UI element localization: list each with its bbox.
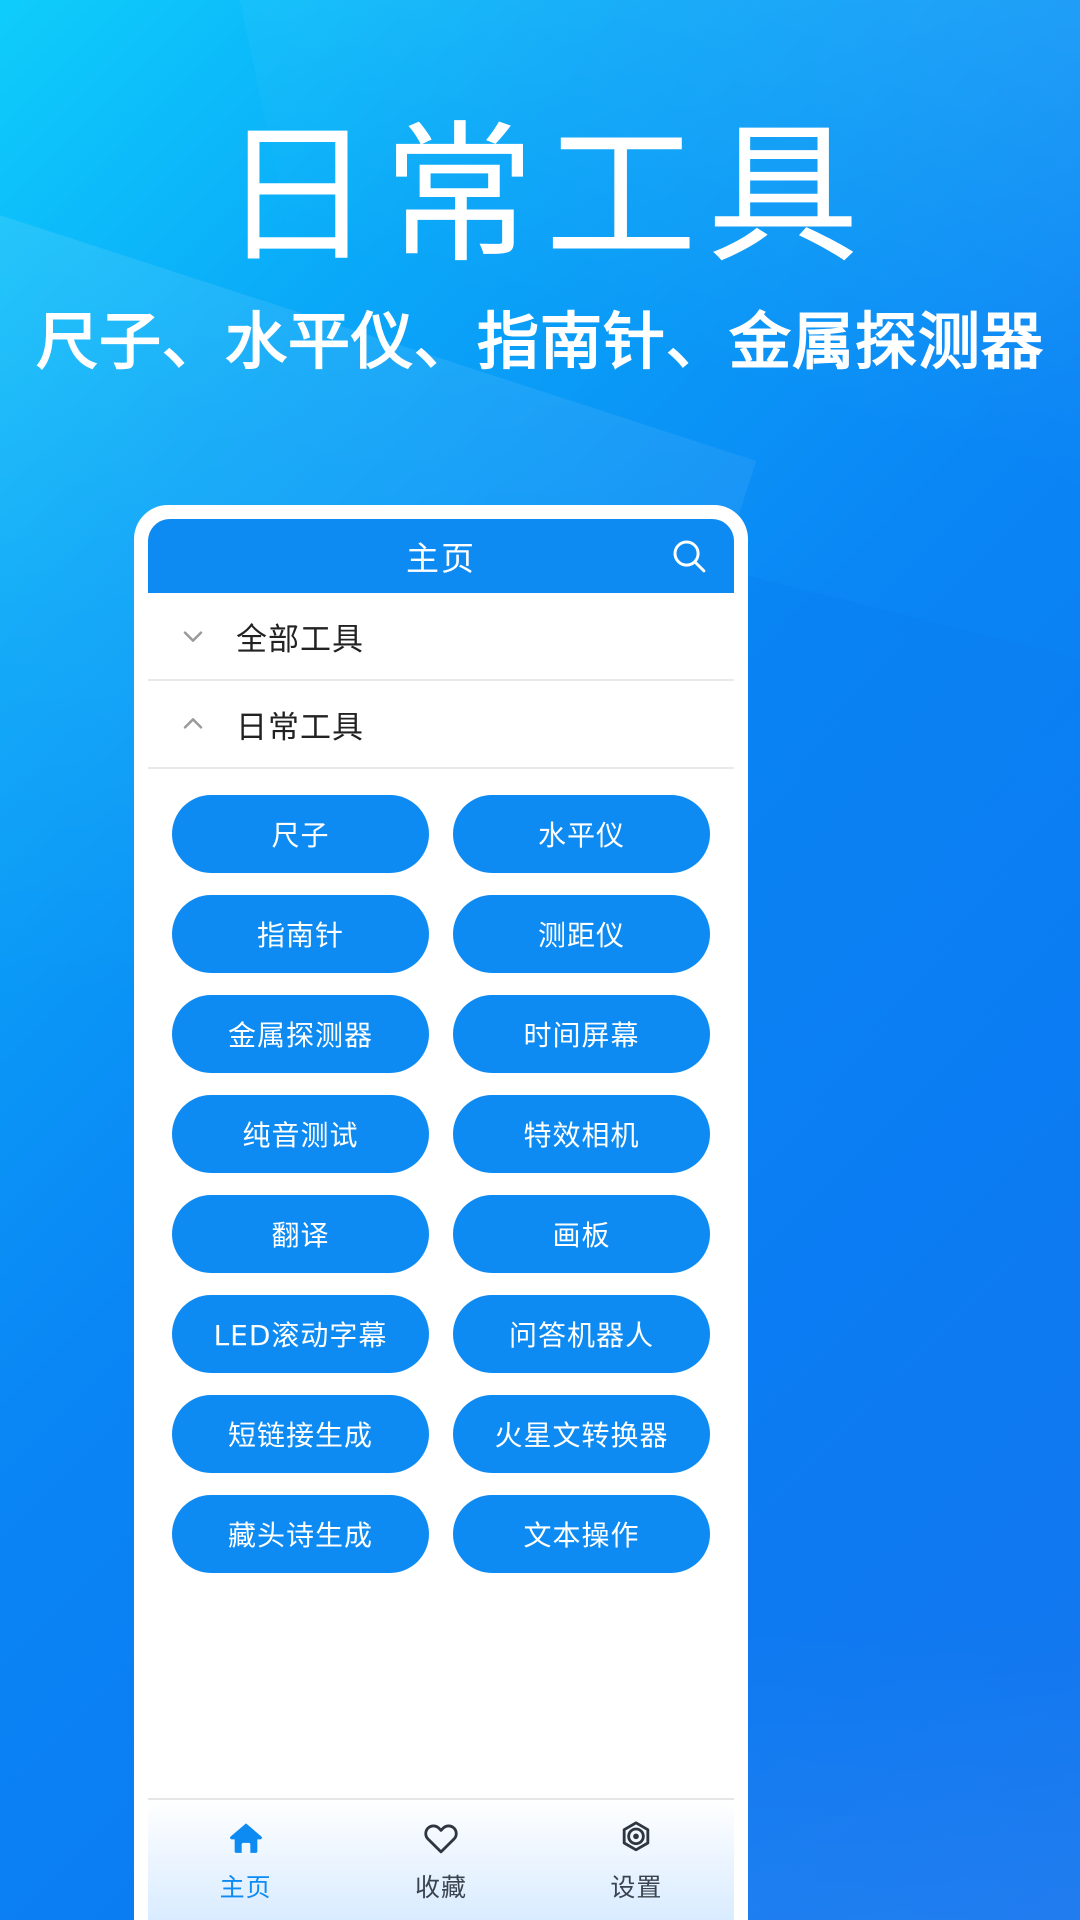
home-icon	[226, 1816, 266, 1860]
tab-home[interactable]: 主页	[148, 1800, 343, 1920]
sidebar-item-all-tools[interactable]: 全部工具	[148, 593, 734, 681]
promo-screenshot: 日常工具 尺子、水平仪、指南针、金属探测器 主页 全部工具 日常工具 尺子 水平…	[0, 0, 1080, 1920]
search-icon[interactable]	[666, 533, 712, 579]
section-label: 日常工具	[236, 709, 364, 746]
tab-label: 收藏	[414, 1873, 467, 1902]
hero-banner: 日常工具 尺子、水平仪、指南针、金属探测器	[0, 120, 1080, 376]
tool-button[interactable]: 文本操作	[453, 1495, 710, 1573]
tool-button[interactable]: LED滚动字幕	[172, 1295, 429, 1373]
app-header: 主页	[148, 519, 734, 593]
phone-screen: 主页 全部工具 日常工具 尺子 水平仪 指南针 测距仪 金属探测器 时间屏幕 纯…	[148, 519, 734, 1920]
tab-label: 设置	[610, 1873, 663, 1902]
tool-button[interactable]: 水平仪	[453, 795, 710, 873]
app-header-title: 主页	[406, 539, 476, 578]
hero-subtitle: 尺子、水平仪、指南针、金属探测器	[35, 305, 1044, 378]
tab-settings[interactable]: 设置	[539, 1800, 734, 1920]
tool-list: 全部工具 日常工具 尺子 水平仪 指南针 测距仪 金属探测器 时间屏幕 纯音测试…	[148, 593, 734, 1798]
chevron-up-icon	[176, 707, 210, 741]
tool-button[interactable]: 藏头诗生成	[172, 1495, 429, 1573]
tool-button[interactable]: 金属探测器	[172, 995, 429, 1073]
tool-button[interactable]: 纯音测试	[172, 1095, 429, 1173]
section-label: 全部工具	[236, 621, 364, 658]
phone-mockup: 主页 全部工具 日常工具 尺子 水平仪 指南针 测距仪 金属探测器 时间屏幕 纯…	[134, 505, 748, 1920]
tool-button[interactable]: 画板	[453, 1195, 710, 1273]
tool-button[interactable]: 特效相机	[453, 1095, 710, 1173]
sidebar-item-daily-tools[interactable]: 日常工具	[148, 681, 734, 769]
bottom-navigation: 主页 收藏 设置	[148, 1798, 734, 1920]
tool-button[interactable]: 翻译	[172, 1195, 429, 1273]
tool-button[interactable]: 测距仪	[453, 895, 710, 973]
tool-button[interactable]: 尺子	[172, 795, 429, 873]
tab-favorites[interactable]: 收藏	[343, 1800, 538, 1920]
tool-button[interactable]: 时间屏幕	[453, 995, 710, 1073]
settings-target-icon	[616, 1816, 656, 1860]
chevron-down-icon	[176, 619, 210, 653]
tool-grid: 尺子 水平仪 指南针 测距仪 金属探测器 时间屏幕 纯音测试 特效相机 翻译 画…	[148, 769, 734, 1583]
tool-button[interactable]: 短链接生成	[172, 1395, 429, 1473]
page-title: 日常工具	[221, 107, 869, 284]
tab-label: 主页	[219, 1873, 272, 1902]
tool-button[interactable]: 问答机器人	[453, 1295, 710, 1373]
tool-button[interactable]: 指南针	[172, 895, 429, 973]
tool-button[interactable]: 火星文转换器	[453, 1395, 710, 1473]
heart-icon	[421, 1816, 461, 1860]
